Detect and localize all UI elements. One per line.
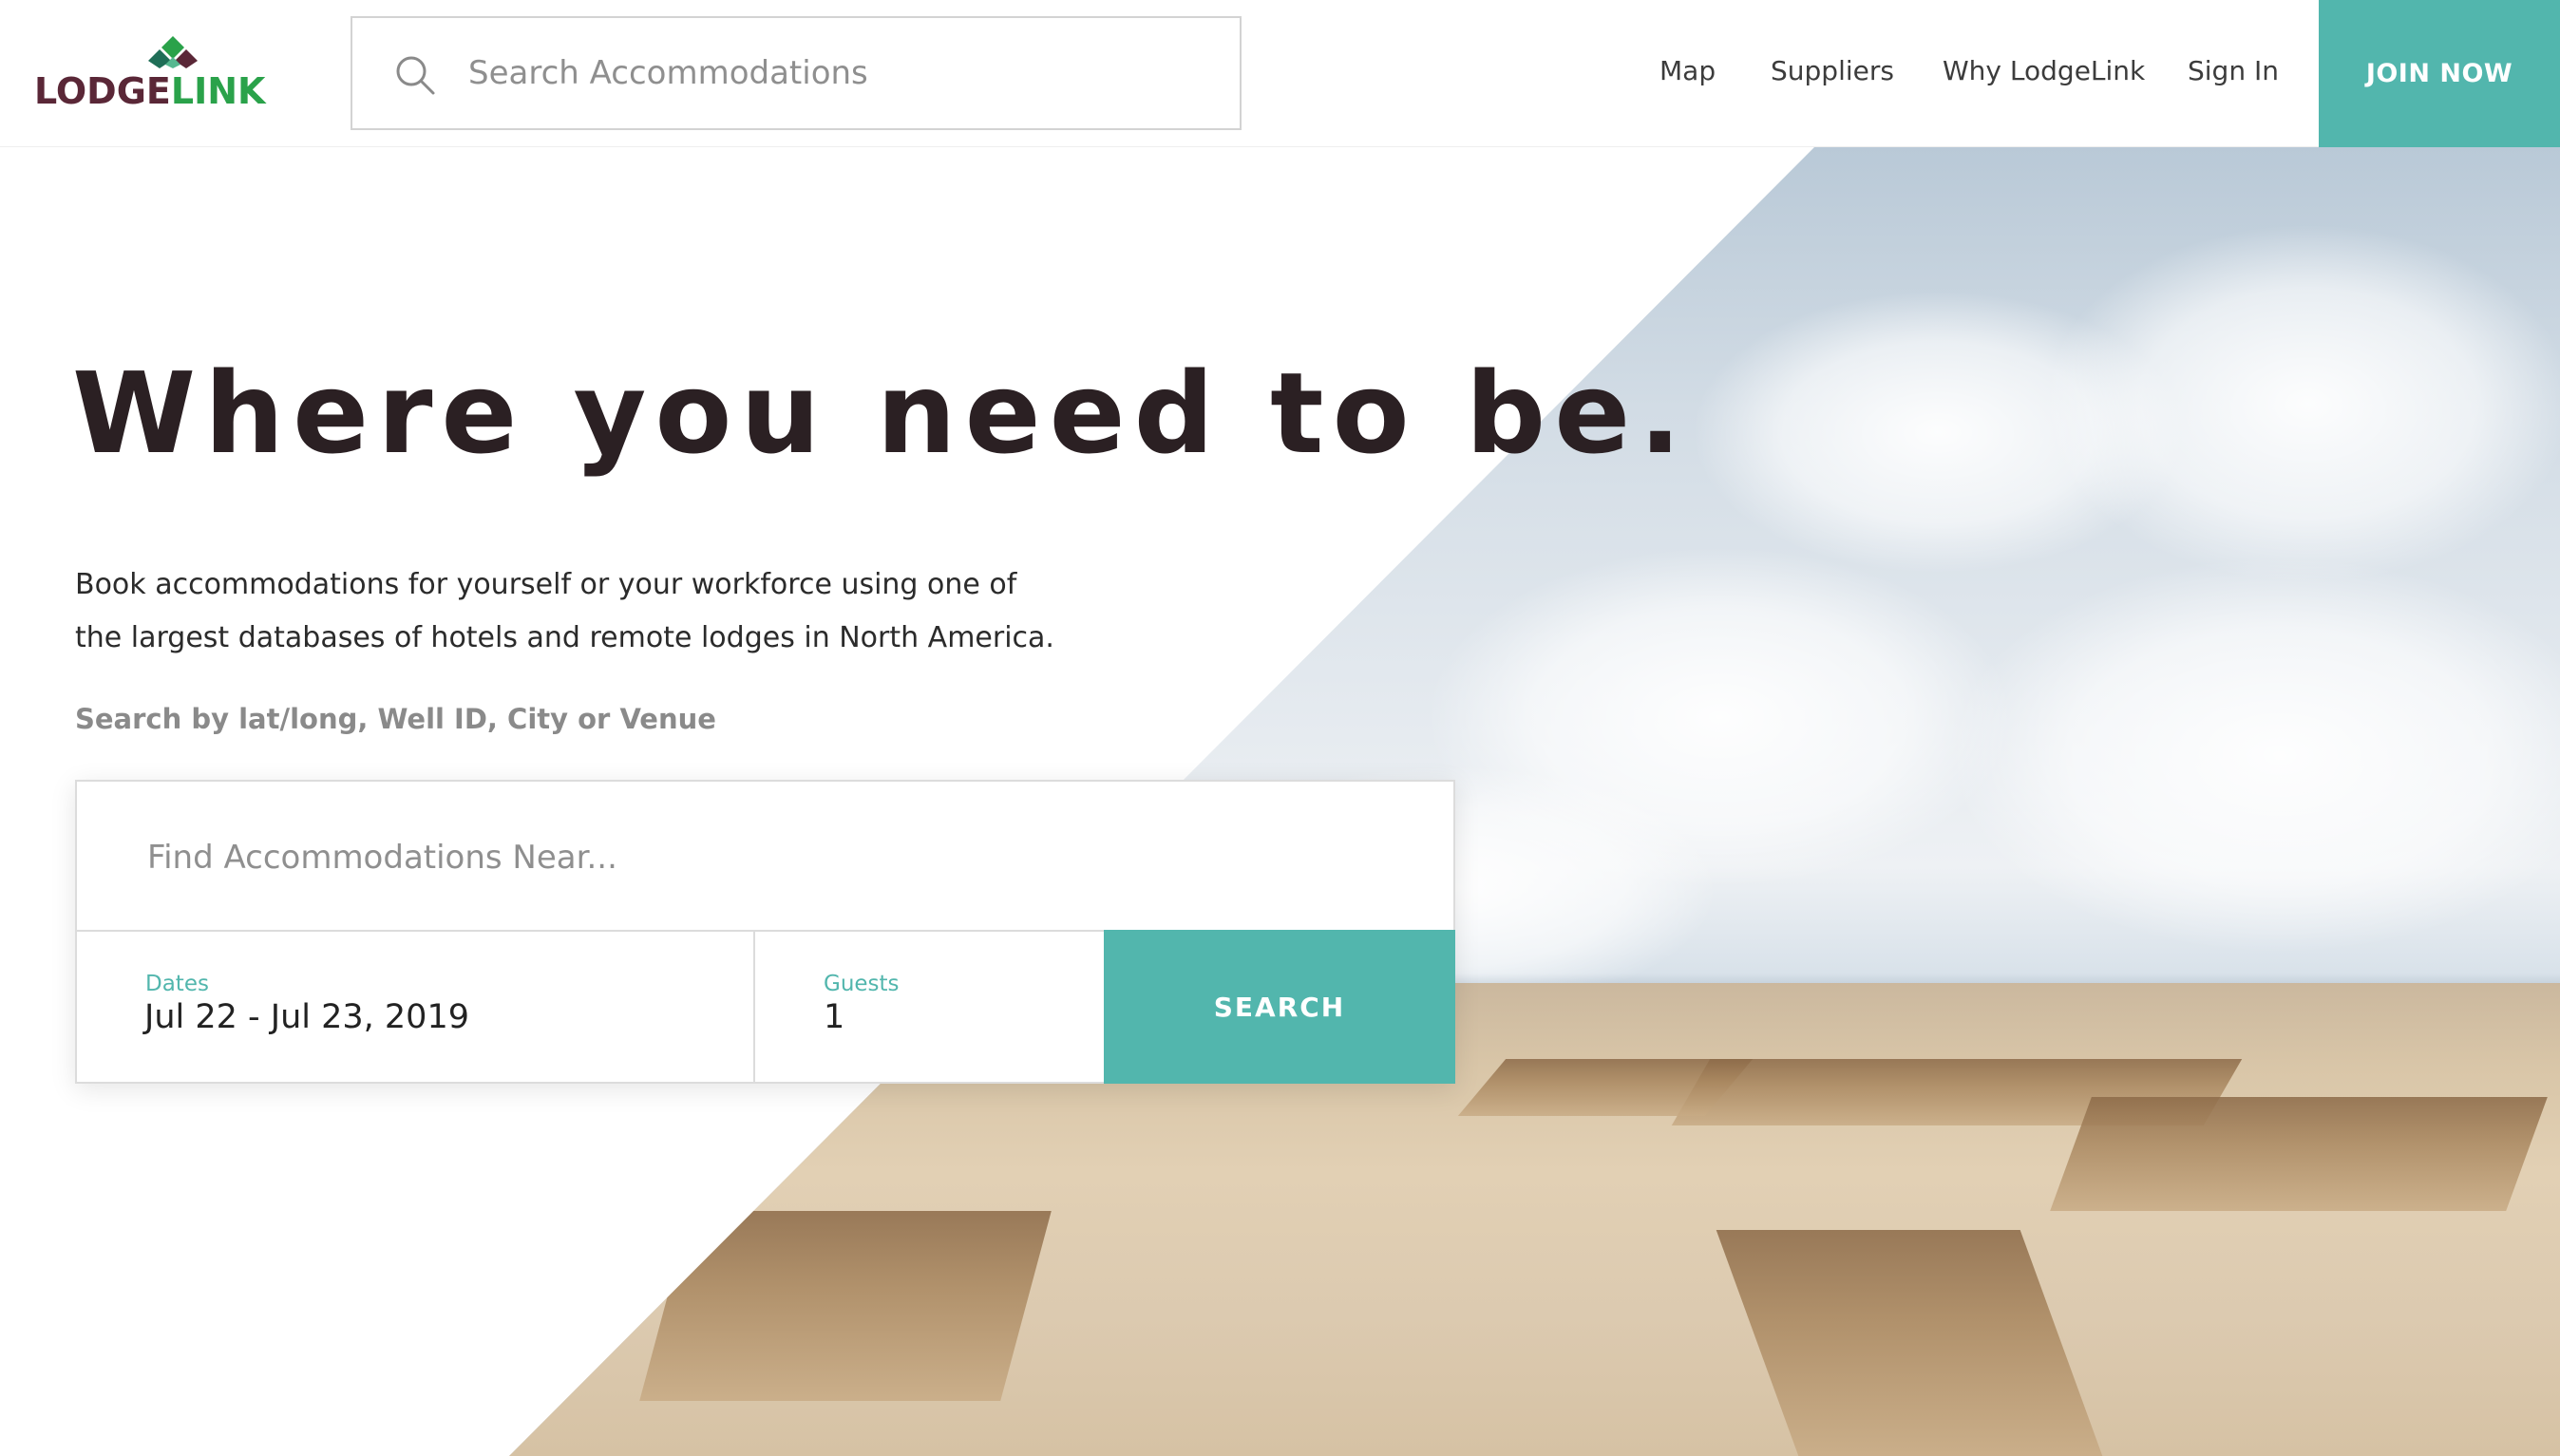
hero-quarry-ridge <box>2050 1097 2548 1211</box>
guests-value: 1 <box>824 998 845 1036</box>
logo-word-lodge: LODGE <box>34 70 171 112</box>
logo-word-link: LINK <box>170 70 266 112</box>
header-search-box[interactable] <box>351 16 1242 130</box>
hero-title: Where you need to be. <box>72 348 1691 479</box>
nav-suppliers[interactable]: Suppliers <box>1771 55 1894 86</box>
search-icon <box>396 56 435 95</box>
hero-cloud <box>2042 223 2560 584</box>
hero-description-line1: Book accommodations for yourself or your… <box>75 568 1017 601</box>
hero-quarry-ridge <box>639 1211 1052 1401</box>
join-now-button[interactable]: JOIN NOW <box>2319 0 2560 147</box>
logo-wordmark: LODGELINK <box>34 70 265 112</box>
site-header: LODGELINK Map Suppliers Why LodgeLink Si… <box>0 0 2560 147</box>
near-location-field[interactable] <box>75 780 1455 932</box>
guests-picker[interactable]: Guests 1 <box>753 930 1106 1084</box>
nav-why-lodgelink[interactable]: Why LodgeLink <box>1943 55 2145 86</box>
nav-map[interactable]: Map <box>1659 55 1716 86</box>
dates-picker[interactable]: Dates Jul 22 - Jul 23, 2019 <box>75 930 755 1084</box>
nav-sign-in[interactable]: Sign In <box>2188 55 2279 86</box>
dates-label: Dates <box>145 972 209 996</box>
hero-description-line2: the largest databases of hotels and remo… <box>75 621 1054 654</box>
search-button[interactable]: SEARCH <box>1104 930 1455 1084</box>
search-hint: Search by lat/long, Well ID, City or Ven… <box>75 703 716 735</box>
hero-description: Book accommodations for yourself or your… <box>75 558 1063 665</box>
near-location-input[interactable] <box>145 820 1399 896</box>
hero-quarry-ridge <box>1457 1059 1754 1116</box>
lodgelink-logo[interactable]: LODGELINK <box>34 36 267 112</box>
logo-diamond-icon <box>148 36 198 68</box>
dates-value: Jul 22 - Jul 23, 2019 <box>144 998 469 1036</box>
guests-label: Guests <box>824 972 900 996</box>
accommodation-search-panel: Dates Jul 22 - Jul 23, 2019 Guests 1 SEA… <box>75 780 1455 1084</box>
header-search-input[interactable] <box>466 37 1207 109</box>
